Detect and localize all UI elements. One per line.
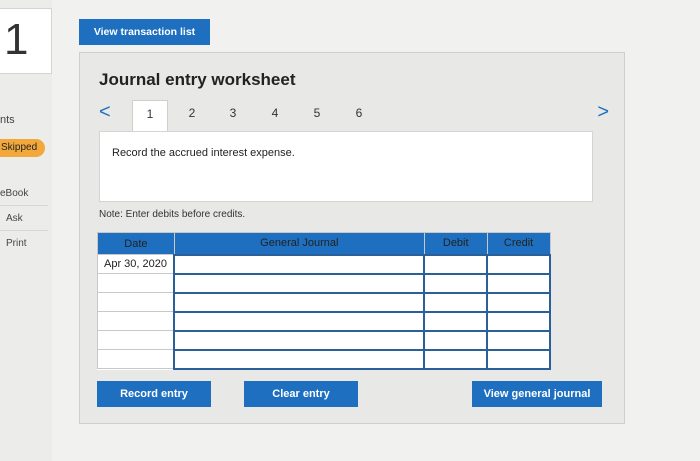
print-link[interactable]: Print — [0, 238, 50, 249]
view-general-journal-button[interactable]: View general journal — [472, 381, 602, 407]
record-entry-button[interactable]: Record entry — [97, 381, 211, 407]
debit-input[interactable] — [423, 291, 489, 313]
debit-input[interactable] — [423, 253, 489, 275]
chevron-right-icon[interactable]: > — [597, 101, 609, 124]
account-input[interactable] — [173, 329, 426, 351]
tab-5[interactable]: 5 — [299, 100, 335, 131]
divider — [0, 230, 48, 231]
credit-input[interactable] — [486, 348, 551, 370]
prompt-text: Record the accrued interest expense. — [112, 147, 295, 159]
points-label: nts — [0, 114, 15, 126]
ask-link[interactable]: Ask — [0, 213, 50, 224]
divider — [0, 205, 48, 206]
date-cell — [97, 292, 175, 312]
debit-input[interactable] — [423, 329, 489, 351]
tab-1[interactable]: 1 — [132, 100, 168, 132]
tab-4[interactable]: 4 — [257, 100, 293, 131]
table-row — [97, 272, 551, 294]
page-title: Journal entry worksheet — [99, 70, 296, 89]
clear-entry-button[interactable]: Clear entry — [244, 381, 358, 407]
credit-input[interactable] — [486, 272, 551, 294]
ebook-link[interactable]: eBook — [0, 188, 50, 199]
debit-input[interactable] — [423, 310, 489, 332]
table-row — [97, 348, 551, 370]
credit-input[interactable] — [486, 329, 551, 351]
table-row: Apr 30, 2020 — [97, 253, 551, 275]
tab-2[interactable]: 2 — [174, 100, 210, 131]
account-input[interactable] — [173, 291, 426, 313]
chevron-left-icon[interactable]: < — [99, 101, 111, 124]
date-cell — [97, 330, 175, 350]
date-cell: Apr 30, 2020 — [97, 254, 175, 274]
col-header-general-journal: General Journal — [173, 232, 425, 255]
view-transaction-list-button[interactable]: View transaction list — [79, 19, 210, 45]
note-text: Note: Enter debits before credits. — [99, 209, 246, 220]
tab-bar: < 1 2 3 4 5 6 > — [99, 97, 609, 132]
credit-input[interactable] — [486, 253, 551, 275]
table-row — [97, 310, 551, 332]
account-input[interactable] — [173, 348, 426, 370]
table-row — [97, 329, 551, 351]
question-number: 1 — [0, 8, 52, 74]
account-input[interactable] — [173, 310, 426, 332]
table-row — [97, 291, 551, 313]
col-header-date: Date — [97, 232, 175, 255]
journal-table: Date General Journal Debit Credit Apr 30… — [97, 232, 551, 370]
account-input[interactable] — [173, 253, 426, 275]
date-cell — [97, 311, 175, 331]
date-cell — [97, 273, 175, 293]
prompt-box: Record the accrued interest expense. — [99, 131, 593, 202]
credit-input[interactable] — [486, 291, 551, 313]
status-badge: Skipped — [0, 139, 45, 157]
tab-3[interactable]: 3 — [215, 100, 251, 131]
debit-input[interactable] — [423, 348, 489, 370]
col-header-debit: Debit — [423, 232, 488, 255]
debit-input[interactable] — [423, 272, 489, 294]
account-input[interactable] — [173, 272, 426, 294]
date-cell — [97, 349, 175, 369]
tab-6[interactable]: 6 — [341, 100, 377, 131]
credit-input[interactable] — [486, 310, 551, 332]
col-header-credit: Credit — [486, 232, 551, 255]
